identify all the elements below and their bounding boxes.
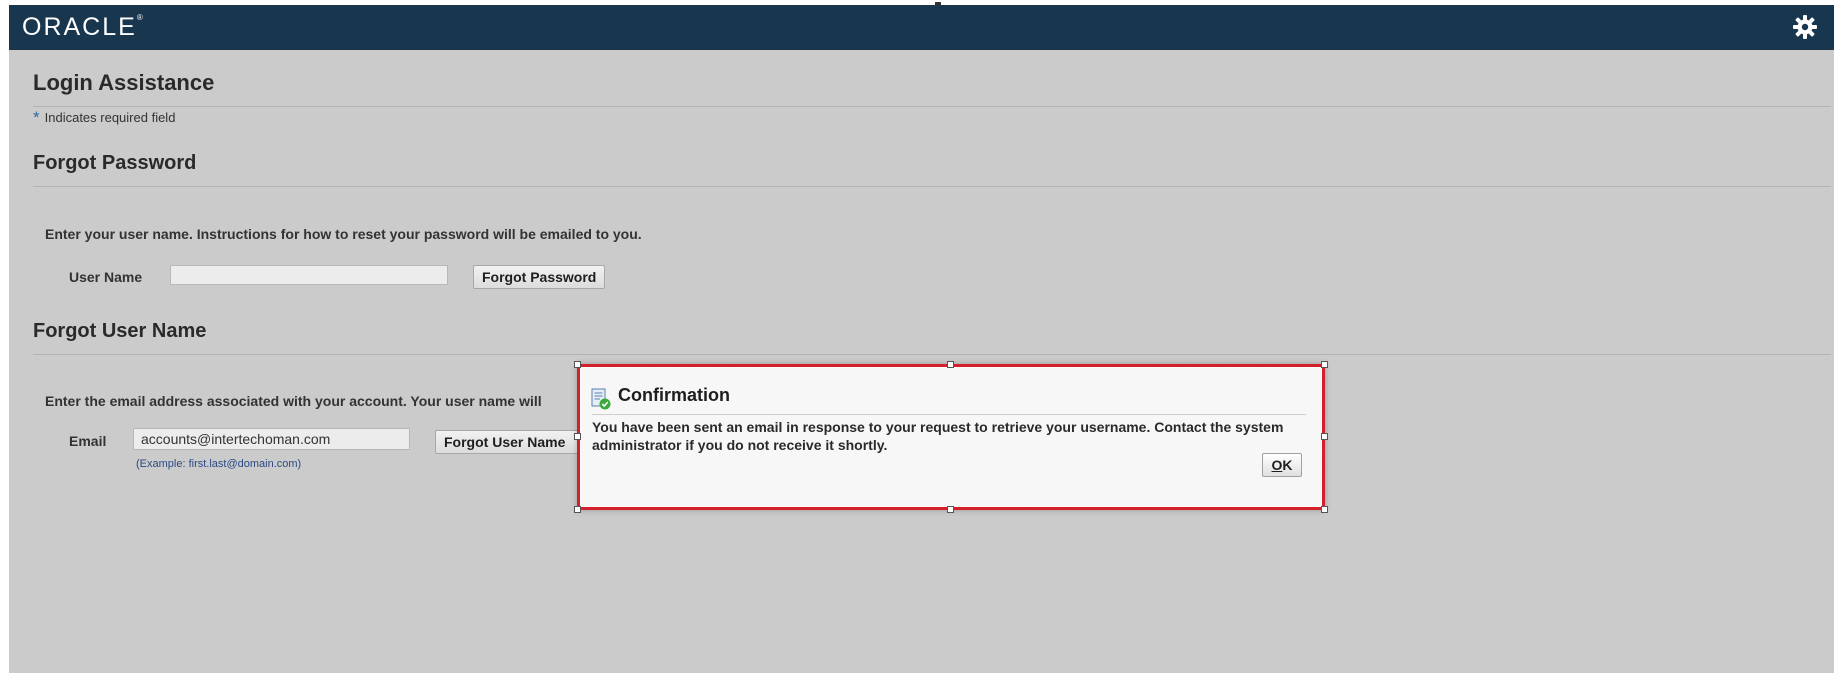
resize-handle-bottom-right[interactable]: [1321, 506, 1328, 513]
email-label: Email: [69, 433, 107, 449]
gear-icon[interactable]: [1792, 14, 1818, 40]
ok-button[interactable]: OK: [1262, 453, 1302, 477]
forgot-password-instruction: Enter your user name. Instructions for h…: [45, 226, 642, 242]
oracle-logo: ORACLE®: [22, 13, 143, 41]
ok-label-rest: K: [1282, 457, 1293, 473]
resize-handle-left[interactable]: [574, 433, 581, 440]
forgot-password-divider: [33, 186, 1831, 187]
dialog-divider: [592, 414, 1306, 415]
title-divider: [33, 106, 1831, 107]
dialog-message: You have been sent an email in response …: [592, 419, 1284, 453]
confirmation-icon: [591, 388, 611, 410]
email-input[interactable]: [133, 428, 410, 450]
page-background: ORACLE® Login Assistance * Indicates requ…: [9, 5, 1834, 673]
username-input[interactable]: [170, 265, 448, 285]
top-bar: ORACLE®: [9, 5, 1834, 50]
resize-handle-bottom-left[interactable]: [574, 506, 581, 513]
resize-handle-top-right[interactable]: [1321, 361, 1328, 368]
required-note: * Indicates required field: [33, 107, 175, 127]
forgot-password-heading: Forgot Password: [33, 152, 197, 174]
resize-handle-right[interactable]: [1321, 433, 1328, 440]
resize-handle-top-left[interactable]: [574, 361, 581, 368]
resize-handle-top[interactable]: [947, 361, 954, 368]
required-note-text: Indicates required field: [44, 110, 176, 125]
dialog-title: Confirmation: [618, 385, 730, 405]
forgot-username-heading: Forgot User Name: [33, 320, 207, 342]
ok-access-key: O: [1271, 457, 1283, 473]
forgot-username-divider: [33, 354, 1831, 355]
required-star: *: [33, 108, 40, 127]
page-title: Login Assistance: [33, 70, 215, 95]
resize-handle-bottom[interactable]: [947, 506, 954, 513]
email-hint: (Example: first.last@domain.com): [136, 458, 302, 470]
forgot-username-instruction: Enter the email address associated with …: [45, 393, 542, 409]
username-label: User Name: [69, 269, 143, 285]
confirmation-dialog: Confirmation You have been sent an email…: [574, 361, 1328, 513]
forgot-password-button[interactable]: Forgot Password: [473, 265, 606, 289]
forgot-username-button[interactable]: Forgot User Name: [435, 430, 585, 454]
